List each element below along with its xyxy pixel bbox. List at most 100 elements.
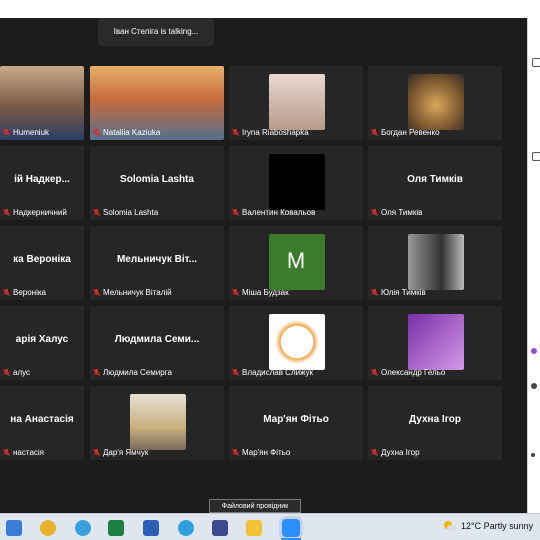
participant-name-label: Богдан Ревенко — [381, 127, 440, 137]
word-icon[interactable] — [143, 520, 159, 536]
muted-mic-icon — [370, 128, 379, 136]
participant-name-label: Олександр Гельо — [381, 367, 446, 377]
muted-mic-icon — [92, 288, 101, 296]
edge-icon[interactable] — [178, 520, 194, 536]
muted-mic-icon — [2, 208, 11, 216]
participant-display-name: ка Вероніка — [13, 254, 71, 265]
participant-tile[interactable]: Мельничук Віт... Мельничук Віталій — [90, 226, 224, 300]
participant-photo — [408, 314, 464, 370]
save-app-icon[interactable] — [212, 520, 228, 536]
participant-tile[interactable]: Олександр Гельо — [368, 306, 502, 380]
zoom-app-icon[interactable] — [282, 519, 300, 537]
participant-tile[interactable]: Дар'я Ямчук — [90, 386, 224, 460]
excel-icon[interactable] — [108, 520, 124, 536]
muted-mic-icon — [92, 128, 101, 136]
participant-tile[interactable]: ка Вероніка Вероніка — [0, 226, 84, 300]
muted-mic-icon — [2, 288, 11, 296]
participant-name-label: Дар'я Ямчук — [103, 447, 149, 457]
school-logo — [269, 314, 325, 370]
participant-name-bar: Владислав Слижук — [231, 366, 313, 378]
participant-name-label: Валентин Ковальов — [242, 207, 316, 217]
participant-name-label: Вероніка — [13, 287, 47, 297]
participant-tile[interactable]: Humeniuk — [0, 66, 84, 140]
muted-mic-icon — [370, 448, 379, 456]
taskbar-tooltip: Файловий провідник — [209, 499, 301, 513]
participant-name-label: Мар'ян Фітьо — [242, 447, 291, 457]
participant-display-name: Мельничук Віт... — [116, 254, 198, 265]
panel-indicator — [531, 453, 535, 457]
participant-name-bar: Духна Ігор — [370, 446, 420, 458]
participant-name-bar: Solomia Lashta — [92, 206, 158, 218]
participant-name-bar: Iryna Riaboshapka — [231, 126, 309, 138]
participant-name-label: Міша Будзак — [242, 287, 289, 297]
participant-name-label: Оля Тимків — [381, 207, 423, 217]
participant-name-bar: Міша Будзак — [231, 286, 289, 298]
telegram-icon[interactable] — [75, 520, 91, 536]
participant-tile[interactable]: Nataliia Kaziuka — [90, 66, 224, 140]
panel-indicator — [531, 383, 537, 389]
muted-mic-icon — [231, 448, 240, 456]
weather-widget[interactable]: 12°C Partly sunny — [443, 517, 533, 535]
chrome-icon[interactable] — [40, 520, 56, 536]
calculator-icon[interactable] — [6, 520, 22, 536]
muted-mic-icon — [2, 368, 11, 376]
participant-tile[interactable]: Мар'ян Фітьо Мар'ян Фітьо — [229, 386, 363, 460]
participant-name-bar: Дар'я Ямчук — [92, 446, 148, 458]
panel-icon[interactable] — [532, 152, 540, 161]
muted-mic-icon — [231, 208, 240, 216]
participant-photo — [408, 234, 464, 290]
participant-display-name: Духна Ігор — [409, 414, 461, 425]
participant-name-label: Юлія Тимків — [381, 287, 426, 297]
participant-tile[interactable]: на Анастасія настасія — [0, 386, 84, 460]
partly-sunny-icon — [444, 521, 457, 531]
participant-name-label: Надкерничний — [13, 207, 67, 217]
muted-mic-icon — [231, 368, 240, 376]
participant-tile[interactable]: Iryna Riaboshapka — [229, 66, 363, 140]
participant-name-bar: Людмила Семирга — [92, 366, 172, 378]
participant-display-name: Мар'ян Фітьо — [263, 414, 329, 425]
muted-mic-icon — [231, 128, 240, 136]
active-speaker-banner: Іван Стеліга is talking... — [98, 18, 214, 46]
participant-tile[interactable]: Solomia Lashta Solomia Lashta — [90, 146, 224, 220]
participant-name-label: Nataliia Kaziuka — [103, 127, 161, 137]
participant-tile[interactable]: Владислав Слижук — [229, 306, 363, 380]
participant-name-bar: Humeniuk — [2, 126, 49, 138]
panel-indicator — [531, 348, 537, 354]
participant-photo — [130, 394, 186, 450]
participant-tile[interactable]: Богдан Ревенко — [368, 66, 502, 140]
participant-display-name: Solomia Lashta — [120, 174, 194, 185]
participant-display-name: арія Халус — [15, 334, 69, 345]
muted-mic-icon — [92, 208, 101, 216]
participant-tile[interactable]: Юлія Тимків — [368, 226, 502, 300]
weather-text: 12°C Partly sunny — [461, 521, 534, 531]
participant-display-name: ій Надкер... — [14, 174, 70, 185]
muted-mic-icon — [92, 448, 101, 456]
participant-name-bar: Юлія Тимків — [370, 286, 426, 298]
participant-name-bar: Мар'ян Фітьо — [231, 446, 290, 458]
muted-mic-icon — [231, 288, 240, 296]
participant-name-bar: Олександр Гельо — [370, 366, 445, 378]
participant-tile[interactable]: арія Халус алус — [0, 306, 84, 380]
participant-name-bar: Богдан Ревенко — [370, 126, 440, 138]
panel-icon[interactable] — [532, 58, 540, 67]
participant-name-label: алус — [13, 367, 31, 377]
participant-name-label: Мельничук Віталій — [103, 287, 172, 297]
participant-tile[interactable]: ій Надкер... Надкерничний — [0, 146, 84, 220]
file-explorer-icon[interactable] — [246, 520, 262, 536]
participant-name-bar: Вероніка — [2, 286, 46, 298]
participant-name-bar: Nataliia Kaziuka — [92, 126, 160, 138]
participant-display-name: Оля Тимків — [407, 174, 463, 185]
muted-mic-icon — [370, 288, 379, 296]
participant-tile[interactable]: Оля Тимків Оля Тимків — [368, 146, 502, 220]
participant-name-label: Духна Ігор — [381, 447, 420, 457]
participant-tile[interactable]: M Міша Будзак — [229, 226, 363, 300]
participant-name-label: Solomia Lashta — [103, 207, 159, 217]
participant-tile[interactable]: Валентин Ковальов — [229, 146, 363, 220]
participant-name-bar: Надкерничний — [2, 206, 67, 218]
participant-photo — [269, 154, 325, 210]
muted-mic-icon — [2, 128, 11, 136]
participant-name-bar: алус — [2, 366, 30, 378]
participant-tile[interactable]: Духна Ігор Духна Ігор — [368, 386, 502, 460]
participant-tile[interactable]: Людмила Семи... Людмила Семирга — [90, 306, 224, 380]
muted-mic-icon — [2, 448, 11, 456]
